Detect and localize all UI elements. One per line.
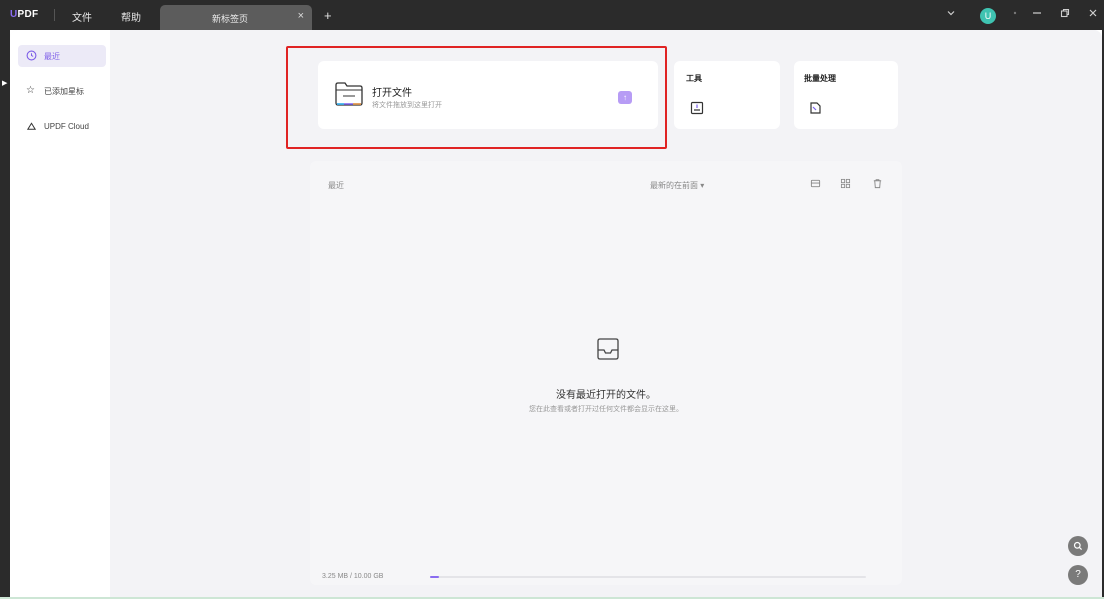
search-icon[interactable] bbox=[1068, 536, 1088, 556]
batch-card-title: 批量处理 bbox=[804, 74, 836, 83]
grid-view-icon[interactable] bbox=[840, 178, 851, 192]
recent-panel: 最近 最新的在前面 ▾ 没有最近打开的文件。 您在此查看或者打开过任何文件都会显… bbox=[310, 161, 902, 585]
sort-label: 最新的在前面 bbox=[650, 181, 698, 190]
tab-close-icon[interactable]: × bbox=[298, 10, 304, 22]
batch-icon bbox=[808, 101, 822, 118]
open-file-title: 打开文件 bbox=[372, 88, 412, 99]
storage-usage-text: 3.25 MB / 10.00 GB bbox=[322, 573, 384, 580]
clock-icon bbox=[26, 50, 37, 64]
open-file-subtitle: 将文件拖放到这里打开 bbox=[372, 102, 442, 109]
tools-card[interactable]: 工具 bbox=[674, 61, 780, 129]
help-icon[interactable]: ? bbox=[1068, 565, 1088, 585]
trash-icon[interactable] bbox=[872, 178, 883, 192]
avatar[interactable]: U bbox=[980, 8, 996, 24]
inbox-icon bbox=[595, 337, 621, 366]
tab-new-tab[interactable]: 新标签页 × bbox=[160, 5, 312, 30]
collapse-arrow-icon[interactable]: ▶ bbox=[2, 79, 7, 87]
upload-icon[interactable]: ↑ bbox=[618, 91, 632, 104]
sidebar-item-cloud[interactable]: UPDF Cloud bbox=[18, 116, 106, 138]
window-left-frame: ▶ bbox=[0, 30, 10, 599]
sidebar-item-label: 最近 bbox=[44, 52, 60, 61]
minimize-icon[interactable] bbox=[1032, 8, 1042, 21]
tab-label: 新标签页 bbox=[212, 14, 249, 24]
sidebar-item-label: 已添加星标 bbox=[44, 87, 84, 96]
sidebar: 最近 ☆ 已添加星标 UPDF Cloud bbox=[10, 30, 110, 597]
storage-progress-fill bbox=[430, 576, 439, 578]
open-file-card[interactable]: 打开文件 将文件拖放到这里打开 ↑ bbox=[318, 61, 658, 129]
list-view-icon[interactable] bbox=[810, 178, 821, 192]
empty-state-subtitle: 您在此查看或者打开过任何文件都会显示在这里。 bbox=[529, 406, 683, 413]
add-tab-button[interactable]: + bbox=[324, 8, 332, 23]
sidebar-item-starred[interactable]: ☆ 已添加星标 bbox=[18, 80, 106, 102]
tools-icon bbox=[690, 101, 704, 118]
recent-title: 最近 bbox=[328, 181, 344, 190]
app-window: 最近 ☆ 已添加星标 UPDF Cloud 打开文件 将文件拖放到这里打开 ↑ … bbox=[10, 30, 1102, 597]
app-logo: UPDF bbox=[10, 9, 39, 20]
bell-icon[interactable] bbox=[1010, 8, 1020, 21]
storage-progress-bar bbox=[430, 576, 866, 578]
chevron-down-icon[interactable] bbox=[946, 8, 956, 21]
sort-dropdown[interactable]: 最新的在前面 ▾ bbox=[650, 180, 704, 191]
close-window-icon[interactable] bbox=[1088, 8, 1098, 21]
title-bar: UPDF 文件 帮助 新标签页 × + U bbox=[0, 0, 1104, 30]
title-separator bbox=[54, 9, 55, 21]
tools-card-title: 工具 bbox=[686, 74, 702, 83]
empty-state-title: 没有最近打开的文件。 bbox=[556, 390, 656, 401]
caret-down-icon: ▾ bbox=[700, 181, 705, 190]
restore-icon[interactable] bbox=[1060, 8, 1070, 21]
cloud-icon bbox=[26, 121, 37, 135]
folder-icon bbox=[334, 80, 364, 113]
menu-help[interactable]: 帮助 bbox=[121, 9, 141, 24]
star-icon: ☆ bbox=[26, 85, 35, 96]
sidebar-item-recent[interactable]: 最近 bbox=[18, 45, 106, 67]
batch-card[interactable]: 批量处理 bbox=[794, 61, 898, 129]
sidebar-item-label: UPDF Cloud bbox=[44, 122, 89, 131]
menu-file[interactable]: 文件 bbox=[72, 9, 92, 24]
